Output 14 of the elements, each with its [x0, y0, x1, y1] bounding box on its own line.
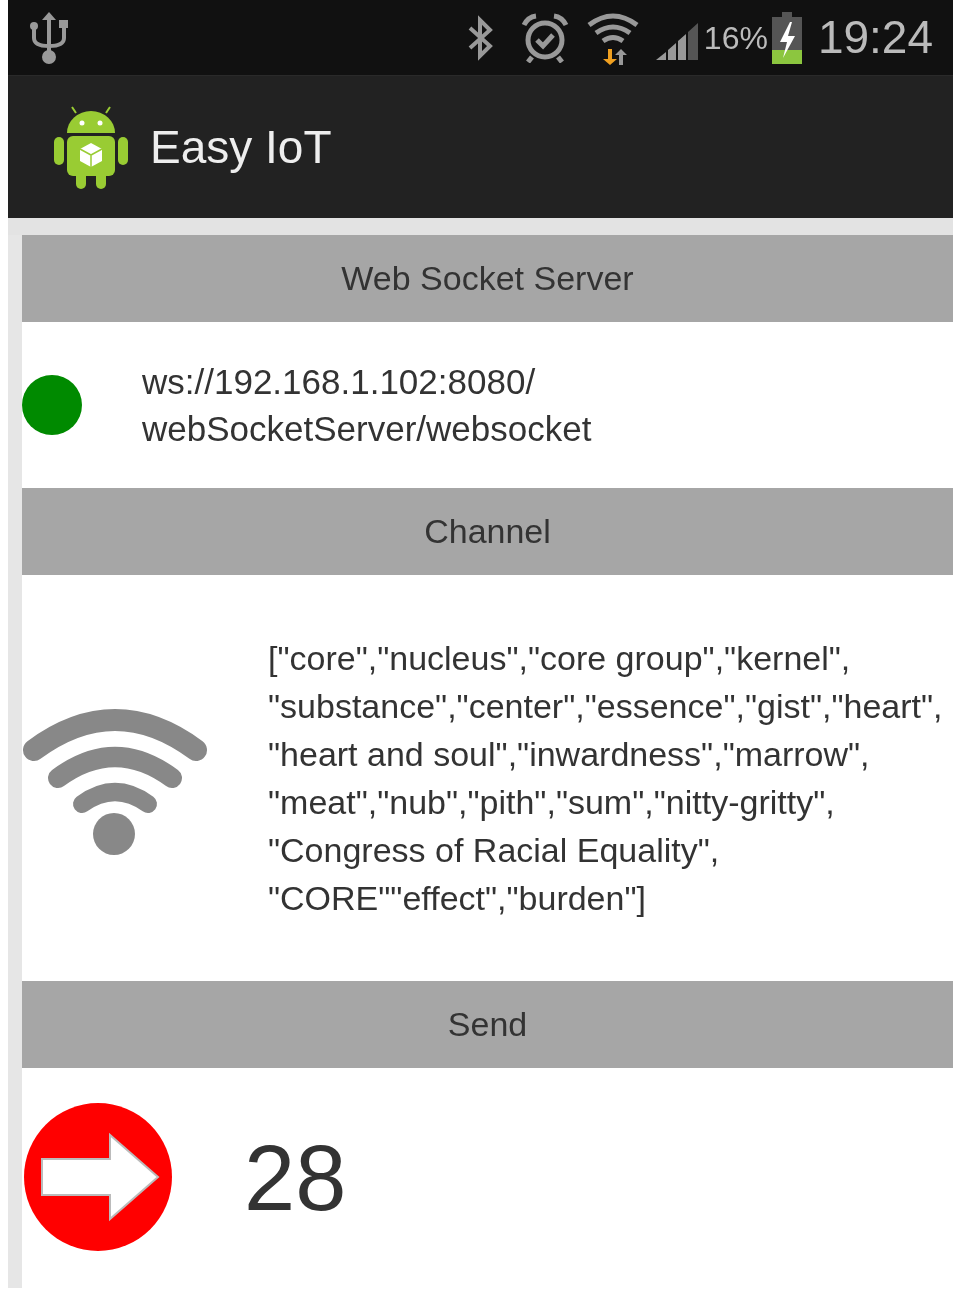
section-header: Web Socket Server — [22, 235, 953, 322]
android-robot-icon — [54, 105, 128, 189]
charging-battery-icon — [771, 11, 802, 64]
wifi-icon — [585, 10, 640, 65]
status-time: 19:24 — [817, 10, 933, 65]
section-header: Send — [22, 981, 953, 1068]
send-count: 28 — [244, 1126, 347, 1231]
usb-icon — [30, 11, 68, 64]
app-title: Easy IoT — [150, 119, 332, 175]
section-header: Channel — [22, 488, 953, 575]
channel-words: ["core","nucleus","core group","kernel","substance","center","essence","gist","heart","heart and soul","inwardness","marrow","meat","nub","pith","sum","nitty-gritty","Congress of Racial Equality","CORE""effect","burden"] — [268, 638, 944, 919]
alarm-icon — [519, 12, 570, 63]
battery-percent: 16% — [703, 18, 768, 58]
server-url: ws://192.168.1.102:8080/webSocketServer/websocket — [142, 361, 593, 450]
